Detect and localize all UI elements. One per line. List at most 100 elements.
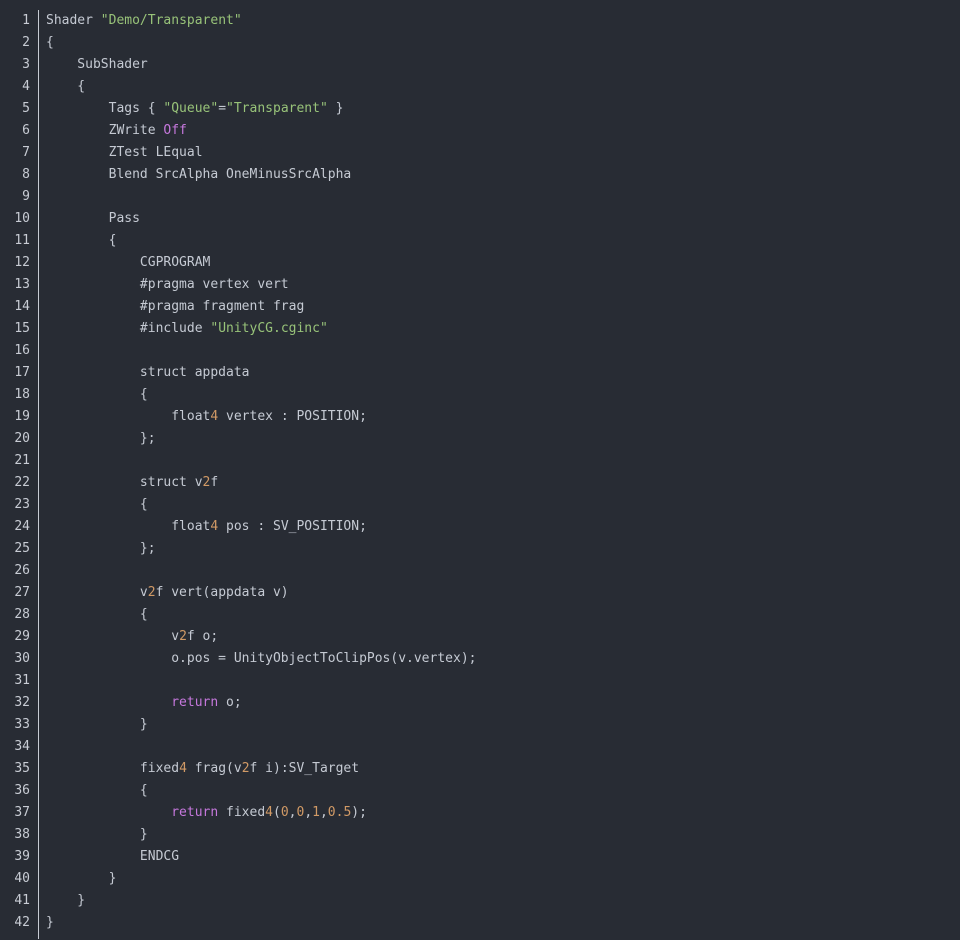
code-line[interactable]: 14 #pragma fragment frag [0, 296, 960, 318]
code-token-plain: f i):SV_Target [249, 761, 360, 776]
code-line[interactable]: 16 [0, 340, 960, 362]
code-line[interactable]: 20 }; [0, 428, 960, 450]
code-token-plain: } [46, 893, 86, 908]
code-token-plain: { [46, 607, 148, 622]
line-code: struct appdata [30, 362, 250, 384]
gutter-divider [38, 10, 39, 939]
code-token-plain: v [46, 629, 180, 644]
code-line[interactable]: 40 } [0, 868, 960, 890]
code-token-number: 1 [312, 805, 320, 820]
code-line[interactable]: 4 { [0, 76, 960, 98]
code-line[interactable]: 3 SubShader [0, 54, 960, 76]
line-number: 36 [14, 783, 30, 798]
code-line[interactable]: 28 { [0, 604, 960, 626]
line-code: #include "UnityCG.cginc" [30, 318, 328, 340]
code-line[interactable]: 8 Blend SrcAlpha OneMinusSrcAlpha [0, 164, 960, 186]
code-line[interactable]: 37 return fixed4(0,0,1,0.5); [0, 802, 960, 824]
line-number: 25 [14, 541, 30, 556]
line-code: return o; [30, 692, 241, 714]
code-line[interactable]: 23 { [0, 494, 960, 516]
code-line[interactable]: 11 { [0, 230, 960, 252]
line-code: }; [30, 538, 156, 560]
code-line[interactable]: 17 struct appdata [0, 362, 960, 384]
code-token-plain: , [319, 805, 328, 820]
line-code: } [30, 868, 117, 890]
code-token-plain: = [218, 101, 227, 116]
code-token-keyword: return [171, 695, 219, 710]
line-number: 6 [22, 123, 30, 138]
code-line[interactable]: 1 Shader "Demo/Transparent" [0, 10, 960, 32]
code-line[interactable]: 15 #include "UnityCG.cginc" [0, 318, 960, 340]
line-number: 31 [14, 673, 30, 688]
code-line[interactable]: 2{ [0, 32, 960, 54]
line-code: { [30, 604, 148, 626]
code-token-plain: fixed [46, 761, 180, 776]
code-line[interactable]: 34 [0, 736, 960, 758]
line-code: #pragma vertex vert [30, 274, 289, 296]
line-number: 9 [22, 189, 30, 204]
line-number: 37 [14, 805, 30, 820]
code-line[interactable]: 21 [0, 450, 960, 472]
code-line[interactable]: 5 Tags { "Queue"="Transparent" } [0, 98, 960, 120]
code-line[interactable]: 36 { [0, 780, 960, 802]
code-token-plain: CGPROGRAM [46, 255, 211, 270]
line-code: { [30, 230, 117, 252]
code-line[interactable]: 39 ENDCG [0, 846, 960, 868]
code-line[interactable]: 29 v2f o; [0, 626, 960, 648]
code-token-plain: float [46, 519, 211, 534]
code-line[interactable]: 30 o.pos = UnityObjectToClipPos(v.vertex… [0, 648, 960, 670]
line-number: 32 [14, 695, 30, 710]
code-line[interactable]: 18 { [0, 384, 960, 406]
code-line[interactable]: 19 float4 vertex : POSITION; [0, 406, 960, 428]
code-line[interactable]: 12 CGPROGRAM [0, 252, 960, 274]
line-code: } [30, 824, 148, 846]
line-number: 40 [14, 871, 30, 886]
code-line[interactable]: 27 v2f vert(appdata v) [0, 582, 960, 604]
code-line[interactable]: 6 ZWrite Off [0, 120, 960, 142]
code-token-plain: v [46, 585, 148, 600]
code-line[interactable]: 32 return o; [0, 692, 960, 714]
code-line[interactable]: 9 [0, 186, 960, 208]
code-line[interactable]: 33 } [0, 714, 960, 736]
code-token-plain: struct appdata [46, 365, 250, 380]
line-number: 24 [14, 519, 30, 534]
line-code: Tags { "Queue"="Transparent" } [30, 98, 344, 120]
code-line[interactable]: 26 [0, 560, 960, 582]
line-code: Pass [30, 208, 140, 230]
code-token-plain: { [46, 783, 148, 798]
code-token-plain: { [46, 79, 86, 94]
line-code: { [30, 780, 148, 802]
code-token-string: "UnityCG.cginc" [210, 321, 328, 336]
line-number: 8 [22, 167, 30, 182]
line-code: Shader "Demo/Transparent" [30, 10, 242, 32]
line-number: 5 [22, 101, 30, 116]
code-token-plain: #pragma fragment frag [46, 299, 305, 314]
code-line[interactable]: 38 } [0, 824, 960, 846]
line-code: } [30, 714, 148, 736]
code-token-plain: } [327, 101, 344, 116]
code-line[interactable]: 10 Pass [0, 208, 960, 230]
code-line[interactable]: 24 float4 pos : SV_POSITION; [0, 516, 960, 538]
line-number: 3 [22, 57, 30, 72]
code-line[interactable]: 35 fixed4 frag(v2f i):SV_Target [0, 758, 960, 780]
line-code: Blend SrcAlpha OneMinusSrcAlpha [30, 164, 352, 186]
code-line[interactable]: 22 struct v2f [0, 472, 960, 494]
code-line[interactable]: 13 #pragma vertex vert [0, 274, 960, 296]
code-line[interactable]: 42} [0, 912, 960, 934]
code-token-plain: o.pos = UnityObjectToClipPos(v.vertex); [46, 651, 477, 666]
line-number: 42 [14, 915, 30, 930]
code-line[interactable]: 31 [0, 670, 960, 692]
code-line[interactable]: 7 ZTest LEqual [0, 142, 960, 164]
line-number: 10 [14, 211, 30, 226]
code-token-plain: SubShader [46, 57, 148, 72]
code-token-number: 2 [147, 585, 156, 600]
line-number: 29 [14, 629, 30, 644]
code-token-plain: ZTest LEqual [46, 145, 203, 160]
code-line[interactable]: 41 } [0, 890, 960, 912]
line-number: 13 [14, 277, 30, 292]
code-token-plain: #include [46, 321, 211, 336]
line-number: 19 [14, 409, 30, 424]
code-line[interactable]: 25 }; [0, 538, 960, 560]
code-editor[interactable]: 1 Shader "Demo/Transparent" 2{3 SubShader 4… [0, 10, 960, 939]
